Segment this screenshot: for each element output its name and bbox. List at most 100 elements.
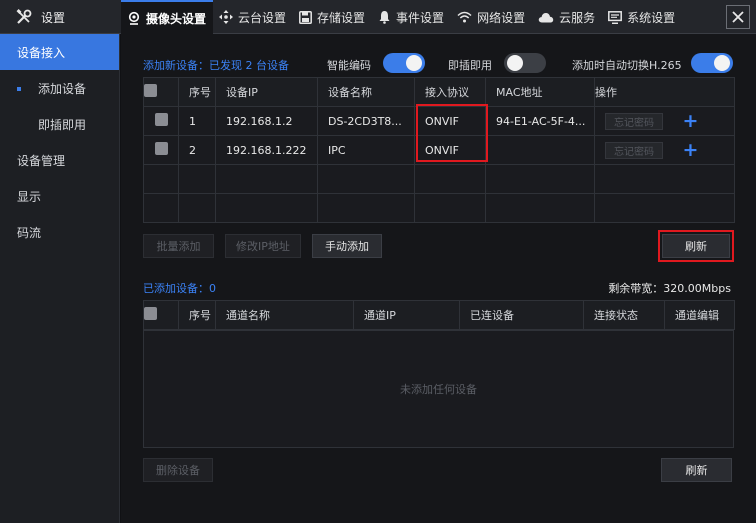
sidebar-item-label: 设备接入 xyxy=(17,45,66,60)
monitor-icon xyxy=(608,10,623,24)
tab-event-settings[interactable]: 事件设置 xyxy=(372,0,451,34)
sidebar-item-label: 添加设备 xyxy=(38,81,87,96)
settings-brand: 设置 xyxy=(0,0,120,34)
toggle-knob xyxy=(714,55,730,71)
tools-icon xyxy=(16,9,32,25)
device-name: DS-2CD3T8... xyxy=(317,106,415,136)
tab-system-settings[interactable]: 系统设置 xyxy=(602,0,682,34)
empty-state-text: 未添加任何设备 xyxy=(400,383,477,396)
column-header: 操作 xyxy=(594,77,735,107)
column-header: 序号 xyxy=(178,77,216,107)
column-header: 设备名称 xyxy=(317,77,415,107)
tab-camera-settings[interactable]: 摄像头设置 xyxy=(121,0,214,34)
auto-h265-label: 添加时自动切换H.265 xyxy=(572,59,682,72)
smart-encode-toggle[interactable] xyxy=(383,53,425,73)
table-header-row: 序号 通道名称 通道IP 已连设备 连接状态 通道编辑 xyxy=(143,300,735,330)
manual-add-button[interactable]: 手动添加 xyxy=(312,234,382,258)
mac-address xyxy=(485,135,595,165)
select-all-checkbox[interactable] xyxy=(144,307,157,320)
sidebar-item-stream[interactable]: 码流 xyxy=(0,214,119,250)
operation-cell: 忘记密码 + xyxy=(594,106,735,136)
sidebar: 设备接入 添加设备 即插即用 设备管理 显示 码流 xyxy=(0,34,120,523)
save-icon xyxy=(299,10,312,24)
column-header: 设备IP xyxy=(215,77,318,107)
operation-cell: 忘记密码 + xyxy=(594,135,735,165)
remaining-bandwidth: 剩余带宽：320.00Mbps xyxy=(608,282,731,295)
settings-title: 设置 xyxy=(41,10,66,25)
tab-storage-settings[interactable]: 存储设置 xyxy=(293,0,372,34)
smart-encode-label: 智能编码 xyxy=(327,59,371,72)
auto-h265-toggle[interactable] xyxy=(691,53,733,73)
main-panel: 添加新设备：已发现 2 台设备 智能编码 即插即用 添加时自动切换H.265 序… xyxy=(121,34,756,523)
close-button[interactable] xyxy=(726,5,750,29)
column-header: 已连设备 xyxy=(459,300,584,330)
device-name: IPC xyxy=(317,135,415,165)
delete-device-button[interactable]: 删除设备 xyxy=(143,458,213,482)
mac-address: 94-E1-AC-5F-4... xyxy=(485,106,595,136)
tab-label: 云服务 xyxy=(559,10,596,25)
column-header: 连接状态 xyxy=(583,300,665,330)
top-tabs: 摄像头设置 云台设置 存储设置 事件设置 网络设置 云服务 系统设置 xyxy=(121,0,682,34)
bell-icon xyxy=(378,10,391,24)
sidebar-item-add-device[interactable]: 添加设备 xyxy=(0,70,119,106)
tab-label: 云台设置 xyxy=(238,10,287,25)
modify-ip-button[interactable]: 修改IP地址 xyxy=(225,234,301,258)
row-select-cell xyxy=(143,135,179,165)
selected-marker-icon xyxy=(17,87,21,91)
plug-play-label: 即插即用 xyxy=(448,59,492,72)
tab-label: 网络设置 xyxy=(477,10,526,25)
forgot-password-button[interactable]: 忘记密码 xyxy=(605,112,663,130)
row-checkbox[interactable] xyxy=(154,113,168,126)
refresh-added-button[interactable]: 刷新 xyxy=(661,458,732,482)
table-row[interactable]: 2 192.168.1.222 IPC ONVIF 忘记密码 + xyxy=(143,135,735,165)
wifi-icon xyxy=(457,11,472,23)
row-index: 1 xyxy=(178,106,216,136)
tab-ptz-settings[interactable]: 云台设置 xyxy=(213,0,293,34)
added-devices-table: 序号 通道名称 通道IP 已连设备 连接状态 通道编辑 xyxy=(143,300,735,330)
sidebar-item-label: 即插即用 xyxy=(38,117,87,132)
empty-row xyxy=(143,164,735,194)
close-icon xyxy=(732,8,744,27)
ptz-icon xyxy=(219,10,234,24)
select-all-cell xyxy=(143,77,179,107)
table-row[interactable]: 1 192.168.1.2 DS-2CD3T8... ONVIF 94-E1-A… xyxy=(143,106,735,136)
add-device-plus-icon[interactable]: + xyxy=(683,112,699,131)
tab-label: 摄像头设置 xyxy=(146,11,207,26)
sidebar-item-display[interactable]: 显示 xyxy=(0,178,119,214)
sidebar-item-plug-and-play[interactable]: 即插即用 xyxy=(0,106,119,142)
empty-row xyxy=(143,193,735,223)
empty-added-devices-area: 未添加任何设备 xyxy=(143,330,734,448)
sidebar-item-label: 设备管理 xyxy=(17,153,66,168)
discovered-devices-table: 序号 设备IP 设备名称 接入协议 MAC地址 操作 1 192.168.1.2… xyxy=(143,77,735,223)
select-all-cell xyxy=(143,300,179,330)
add-device-plus-icon[interactable]: + xyxy=(683,141,699,160)
plug-play-toggle[interactable] xyxy=(504,53,546,73)
sidebar-item-device-access[interactable]: 设备接入 xyxy=(0,34,119,70)
column-header: 序号 xyxy=(178,300,216,330)
select-all-checkbox[interactable] xyxy=(144,84,157,97)
forgot-password-button[interactable]: 忘记密码 xyxy=(605,141,663,159)
toggle-knob xyxy=(406,55,422,71)
batch-add-button[interactable]: 批量添加 xyxy=(143,234,214,258)
row-checkbox[interactable] xyxy=(154,142,168,155)
device-ip: 192.168.1.2 xyxy=(215,106,318,136)
column-header: MAC地址 xyxy=(485,77,595,107)
access-protocol: ONVIF xyxy=(414,135,486,165)
sidebar-item-label: 码流 xyxy=(17,225,42,240)
tab-label: 事件设置 xyxy=(396,10,445,25)
toggle-knob xyxy=(507,55,523,71)
column-header: 通道编辑 xyxy=(664,300,735,330)
tab-cloud-service[interactable]: 云服务 xyxy=(532,0,602,34)
column-header: 接入协议 xyxy=(414,77,486,107)
refresh-discovered-button[interactable]: 刷新 xyxy=(662,234,730,258)
row-select-cell xyxy=(143,106,179,136)
column-header: 通道IP xyxy=(353,300,460,330)
sidebar-item-device-management[interactable]: 设备管理 xyxy=(0,142,119,178)
table-header-row: 序号 设备IP 设备名称 接入协议 MAC地址 操作 xyxy=(143,77,735,107)
tab-network-settings[interactable]: 网络设置 xyxy=(451,0,532,34)
row-index: 2 xyxy=(178,135,216,165)
device-ip: 192.168.1.222 xyxy=(215,135,318,165)
sidebar-item-label: 显示 xyxy=(17,189,42,204)
tab-label: 存储设置 xyxy=(317,10,366,25)
top-bar: 设置 摄像头设置 云台设置 存储设置 事件设置 网络设置 云服务 系统设置 xyxy=(0,0,756,34)
